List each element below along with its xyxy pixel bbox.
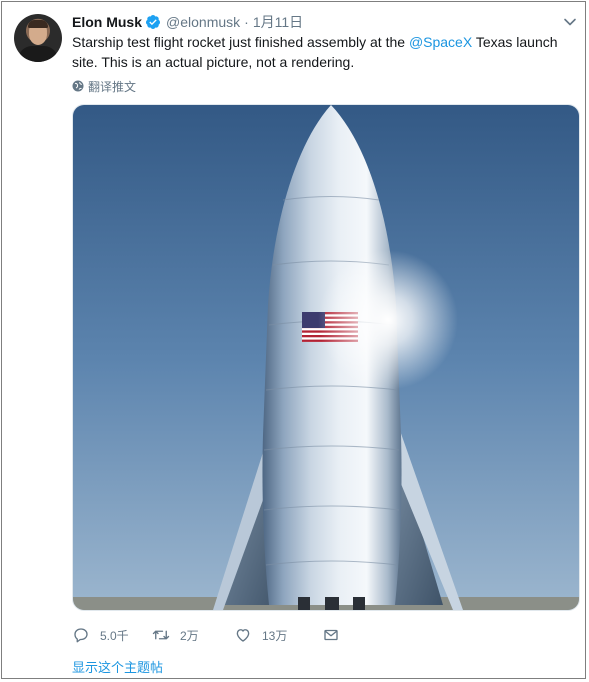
avatar[interactable] [14, 14, 62, 62]
starship-photo-illustration [73, 105, 579, 610]
verified-badge-icon [145, 14, 161, 30]
show-thread-link[interactable]: 显示这个主题帖 [72, 657, 163, 676]
like-button[interactable]: 13万 [234, 626, 322, 644]
tweet-text-part-1: Starship test flight rocket just finishe… [72, 34, 409, 50]
reply-button[interactable]: 5.0千 [72, 626, 152, 644]
avatar-hair [28, 20, 48, 28]
tweet-header: Elon Musk @elonmusk · 1月11日 [72, 12, 303, 32]
author-name[interactable]: Elon Musk [72, 14, 142, 30]
mention-link[interactable]: @SpaceX [409, 34, 472, 50]
globe-icon [72, 80, 84, 92]
author-handle[interactable]: @elonmusk [166, 14, 240, 30]
mail-icon [324, 629, 338, 641]
translate-label: 翻译推文 [88, 79, 137, 94]
translate-tweet-link[interactable]: 翻译推文 [72, 78, 136, 94]
share-button[interactable] [322, 626, 350, 644]
reply-icon [74, 628, 88, 643]
avatar-suit [18, 46, 58, 62]
tweet-date[interactable]: 1月11日 [253, 12, 303, 32]
tweet-photo[interactable] [72, 104, 580, 611]
like-count: 13万 [262, 628, 288, 643]
chevron-down-icon[interactable] [563, 15, 577, 29]
retweet-count: 2万 [180, 628, 199, 643]
separator-dot: · [244, 14, 249, 30]
retweet-button[interactable]: 2万 [152, 626, 234, 644]
reply-count: 5.0千 [100, 628, 129, 643]
tweet-text: Starship test flight rocket just finishe… [72, 32, 580, 72]
tweet-card: Elon Musk @elonmusk · 1月11日 Starship tes… [1, 1, 586, 679]
tweet-actions: 5.0千 2万 13万 [72, 624, 350, 646]
retweet-icon [152, 630, 170, 640]
heart-icon [236, 629, 250, 642]
